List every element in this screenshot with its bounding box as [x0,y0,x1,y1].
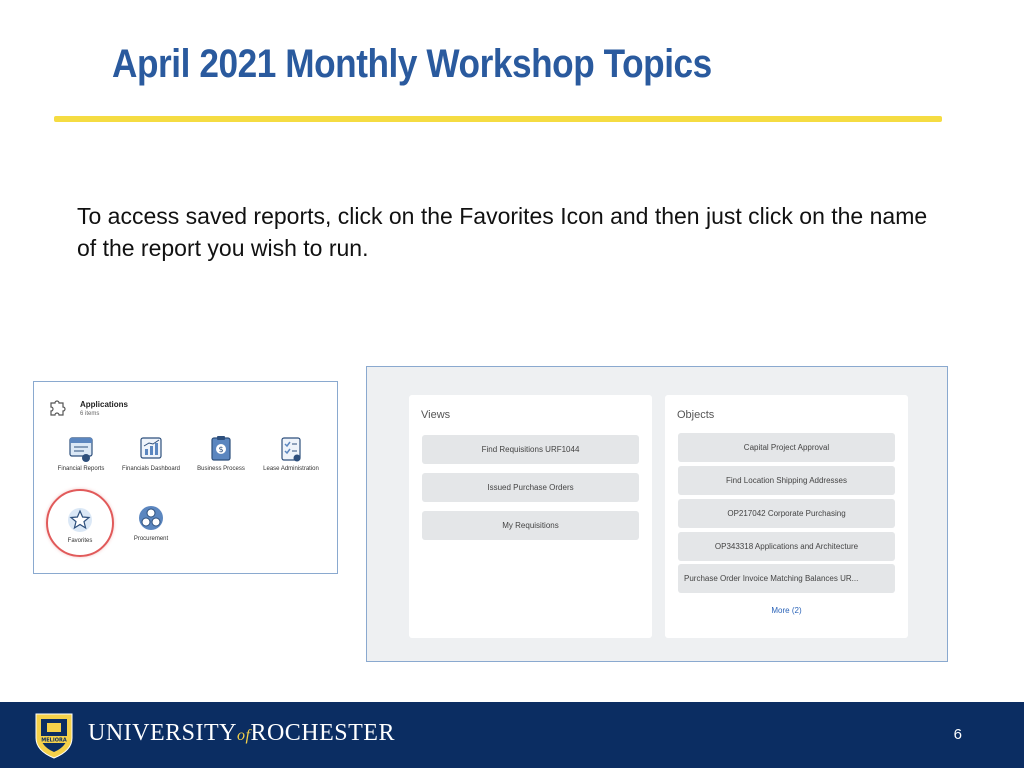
svg-text:MELIORA: MELIORA [41,738,67,744]
title-underline [54,116,942,122]
university-wordmark: UNIVERSITYofROCHESTER [88,720,395,747]
views-title: Views [421,409,451,421]
objects-card: Objects Capital Project Approval Find Lo… [665,395,908,638]
checklist-icon [281,437,301,462]
app-label: Lease Administration [263,466,319,472]
view-item[interactable]: Find Requisitions URF1044 [422,435,639,464]
applications-panel: Applications 6 items Financial Reports F… [33,381,338,574]
object-item[interactable]: OP217042 Corporate Purchasing [678,499,895,528]
wordmark-university: UNIVERSITY [88,720,237,746]
applications-title: Applications [80,400,129,409]
page-number: 6 [953,726,962,743]
clipboard-dollar-icon: $ [211,436,231,461]
app-favorites[interactable]: Favorites [43,506,117,545]
footer-bar: MELIORA UNIVERSITYofROCHESTER 6 [0,702,1024,768]
instruction-text: To access saved reports, click on the Fa… [77,203,928,261]
objects-title: Objects [677,409,715,421]
app-label: Financials Dashboard [121,466,181,472]
app-label: Favorites [67,538,93,544]
procurement-icon [139,506,163,530]
app-label: Business Process [197,466,245,472]
wordmark-of: of [237,727,251,744]
app-label: Financial Reports [57,466,105,472]
app-label: Procurement [133,536,169,542]
more-link[interactable]: More (2) [665,606,908,615]
app-lease-administration[interactable]: Lease Administration [254,434,328,473]
app-financial-reports[interactable]: Financial Reports [44,434,118,473]
wordmark-rochester: ROCHESTER [250,720,395,746]
puzzle-icon [50,400,66,416]
object-item[interactable]: Purchase Order Invoice Matching Balances… [678,564,895,593]
view-item[interactable]: Issued Purchase Orders [422,473,639,502]
favorites-panel: Views Find Requisitions URF1044 Issued P… [366,366,948,662]
dashboard-chart-icon [140,437,162,459]
university-seal-logo: MELIORA [35,713,73,759]
object-item[interactable]: OP343318 Applications and Architecture [678,532,895,561]
view-item[interactable]: My Requisitions [422,511,639,540]
app-business-process[interactable]: $ Business Process [184,434,258,473]
applications-header: Applications 6 items [48,396,128,418]
app-financials-dashboard[interactable]: Financials Dashboard [114,434,188,473]
object-item[interactable]: Find Location Shipping Addresses [678,466,895,495]
star-icon [68,508,92,532]
applications-count: 6 items [80,411,100,417]
svg-text:$: $ [218,445,223,454]
app-procurement[interactable]: Procurement [114,504,188,543]
object-item[interactable]: Capital Project Approval [678,433,895,462]
views-card: Views Find Requisitions URF1044 Issued P… [409,395,652,638]
report-icon [69,437,93,462]
slide-title: April 2021 Monthly Workshop Topics [112,42,712,86]
